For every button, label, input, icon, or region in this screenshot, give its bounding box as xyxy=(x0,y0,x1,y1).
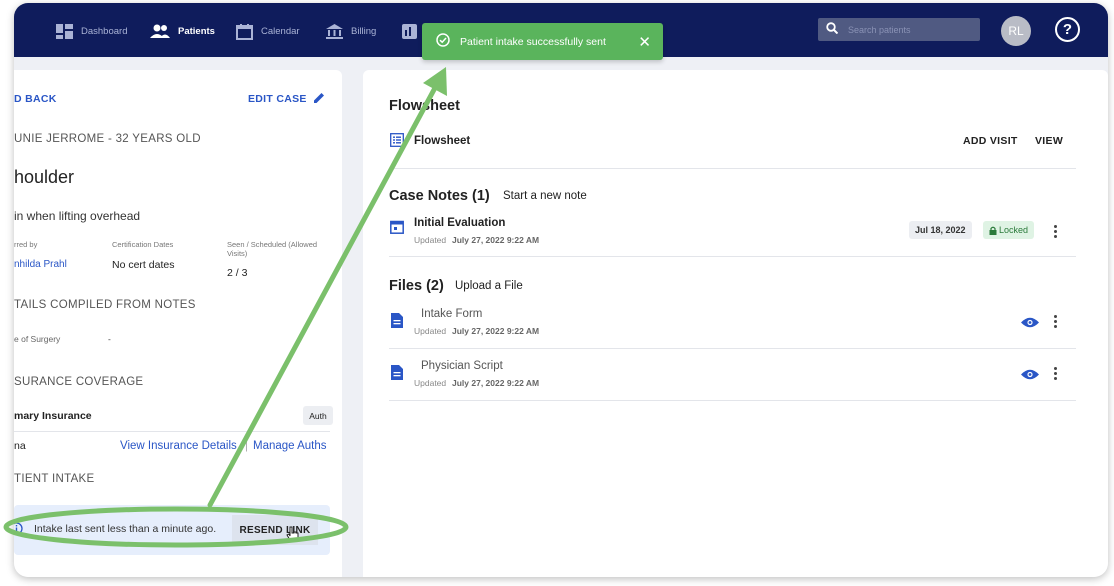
resend-link-button[interactable]: RESEND LINK xyxy=(232,515,318,545)
upload-file-link[interactable]: Upload a File xyxy=(455,280,523,292)
note-updated-prefix: Updated xyxy=(414,235,447,245)
document-icon xyxy=(391,365,403,383)
cert-dates-value: No cert dates xyxy=(112,259,175,271)
seen-scheduled-label-2: Visits) xyxy=(227,249,248,258)
referred-by-label: rred by xyxy=(14,240,38,249)
billing-icon xyxy=(326,23,343,39)
search-input[interactable] xyxy=(848,24,958,35)
check-circle-icon xyxy=(436,33,450,50)
document-icon xyxy=(391,313,403,331)
insurance-divider xyxy=(14,431,330,432)
nav-patients-label: Patients xyxy=(178,25,215,37)
file-updated-prefix: Updated xyxy=(414,326,447,336)
referring-provider-link[interactable]: nhilda Prahl xyxy=(14,259,67,270)
locked-status-chip: Locked xyxy=(983,221,1035,239)
case-records-panel: Flowsheet Flowsheet ADD VISIT VIEW Case … xyxy=(363,70,1108,577)
link-separator: | xyxy=(245,440,248,452)
manage-auths-link[interactable]: Manage Auths xyxy=(253,440,327,452)
hand-cursor-icon xyxy=(286,526,300,545)
help-icon[interactable]: ? xyxy=(1055,17,1080,42)
patients-icon xyxy=(150,24,170,39)
seen-scheduled-label: Seen / Scheduled (Allowed xyxy=(227,240,318,249)
file-name[interactable]: Intake Form xyxy=(421,308,482,320)
success-toast: Patient intake successfully sent ✕ xyxy=(422,23,663,60)
files-heading: Files (2) xyxy=(389,278,444,294)
cert-dates-label: Certification Dates xyxy=(112,240,174,249)
surgery-date-value: - xyxy=(108,334,111,344)
case-notes-heading: Case Notes (1) xyxy=(389,188,490,204)
note-calendar-icon xyxy=(390,220,404,237)
patient-intake-heading: TIENT INTAKE xyxy=(14,473,95,485)
nav-calendar-label: Calendar xyxy=(261,25,300,37)
file-more-icon[interactable] xyxy=(1054,367,1058,381)
start-new-note-link[interactable]: Start a new note xyxy=(503,190,587,202)
nav-billing[interactable]: Billing xyxy=(326,20,376,42)
case-title: houlder xyxy=(14,167,75,187)
toast-message: Patient intake successfully sent xyxy=(460,35,606,48)
lock-icon xyxy=(989,226,997,235)
toast-close-icon[interactable]: ✕ xyxy=(638,33,651,51)
nav-reports[interactable] xyxy=(402,20,419,42)
note-more-icon[interactable] xyxy=(1054,225,1058,239)
file-name[interactable]: Physician Script xyxy=(421,360,503,372)
files-bottom-divider xyxy=(389,400,1076,401)
nav-billing-label: Billing xyxy=(351,25,377,37)
add-visit-button[interactable]: ADD VISIT xyxy=(963,135,1018,147)
nav-patients[interactable]: Patients xyxy=(150,20,215,42)
flowsheet-heading: Flowsheet xyxy=(389,98,460,114)
file-divider xyxy=(389,348,1076,349)
notes-divider xyxy=(389,256,1076,257)
file-more-icon[interactable] xyxy=(1054,315,1058,329)
file-updated-prefix: Updated xyxy=(414,378,447,388)
search-box[interactable] xyxy=(818,18,980,41)
note-title[interactable]: Initial Evaluation xyxy=(414,217,505,229)
surgery-date-label: e of Surgery xyxy=(14,334,61,344)
locked-status-label: Locked xyxy=(999,225,1029,235)
insurance-heading: SURANCE COVERAGE xyxy=(14,376,144,388)
eye-icon[interactable] xyxy=(1021,317,1039,331)
flowsheet-divider xyxy=(389,168,1076,169)
note-date-chip: Jul 18, 2022 xyxy=(909,221,972,239)
note-updated-date: July 27, 2022 9:22 AM xyxy=(452,235,540,245)
flowsheet-item[interactable]: Flowsheet xyxy=(414,135,470,147)
view-insurance-details-link[interactable]: View Insurance Details xyxy=(120,440,237,452)
patient-name-age: UNIE JERROME - 32 YEARS OLD xyxy=(14,133,201,145)
primary-insurance-label: mary Insurance xyxy=(14,410,92,422)
nav-calendar[interactable]: Calendar xyxy=(236,20,300,42)
eye-icon[interactable] xyxy=(1021,369,1039,383)
details-heading: TAILS COMPILED FROM NOTES xyxy=(14,299,196,311)
intake-status-text: Intake last sent less than a minute ago. xyxy=(34,523,217,535)
insurer-name: na xyxy=(14,440,26,452)
info-icon xyxy=(14,522,23,538)
app-window: Dashboard Patients Calendar Billing Sear… xyxy=(14,3,1108,577)
calendar-icon xyxy=(236,23,253,40)
file-updated-date: July 27, 2022 9:22 AM xyxy=(452,326,540,336)
seen-scheduled-value: 2 / 3 xyxy=(227,267,248,279)
search-icon xyxy=(826,21,839,39)
back-link[interactable]: D BACK xyxy=(14,93,57,105)
dashboard-icon xyxy=(56,23,73,39)
reports-icon xyxy=(402,23,419,39)
chief-complaint: in when lifting overhead xyxy=(14,209,141,223)
user-avatar[interactable]: RL xyxy=(1001,16,1031,46)
nav-dashboard-label: Dashboard xyxy=(81,25,128,37)
case-details-panel: D BACK EDIT CASE UNIE JERROME - 32 YEARS… xyxy=(14,70,342,577)
edit-case-button[interactable]: EDIT CASE xyxy=(248,93,307,105)
flowsheet-list-icon xyxy=(390,133,404,150)
view-flowsheet-button[interactable]: VIEW xyxy=(1035,135,1063,147)
pencil-icon[interactable] xyxy=(312,91,326,108)
file-updated-date: July 27, 2022 9:22 AM xyxy=(452,378,540,388)
auth-chip[interactable]: Auth xyxy=(303,406,333,425)
nav-dashboard[interactable]: Dashboard xyxy=(56,20,127,42)
